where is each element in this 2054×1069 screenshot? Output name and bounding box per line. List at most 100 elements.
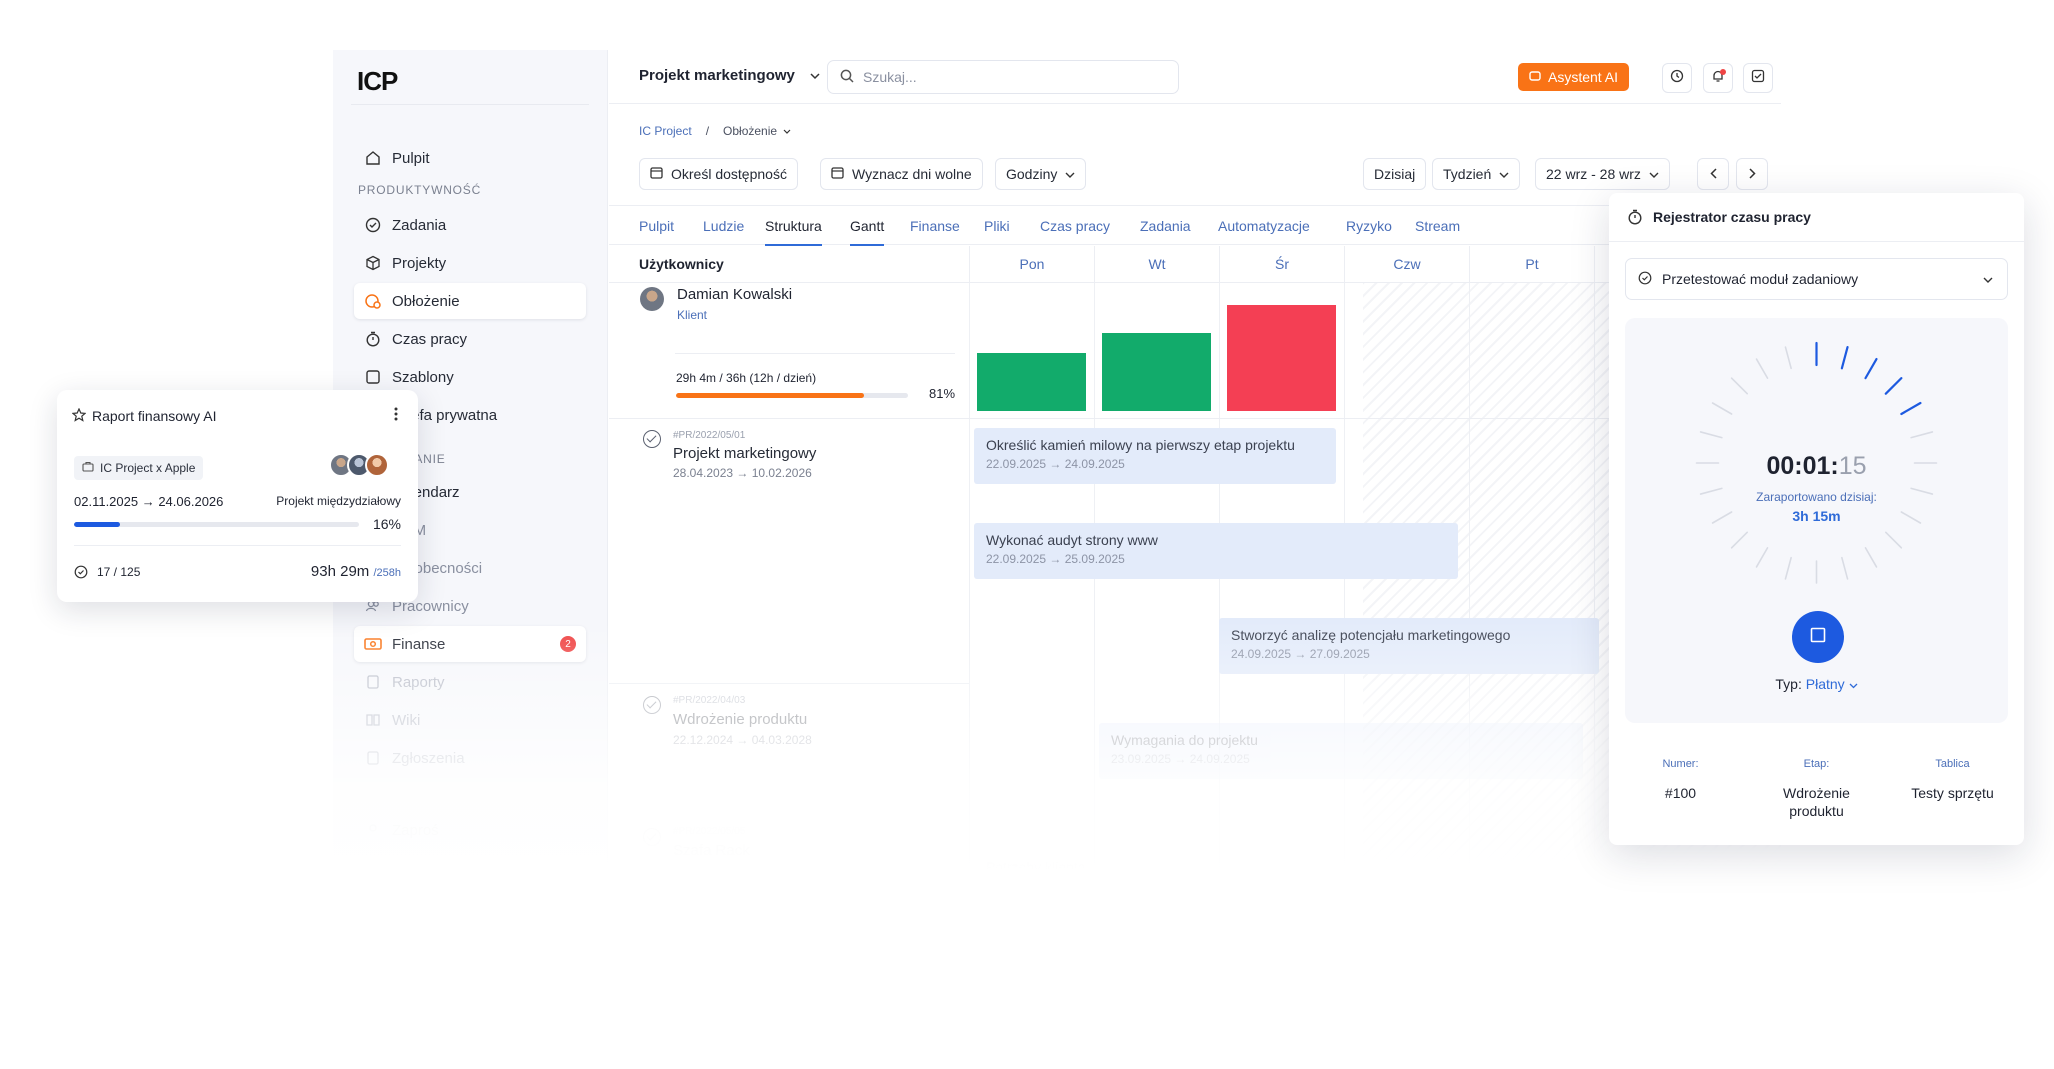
notifications-button[interactable] [1703, 63, 1733, 93]
project-code: #PR/2022/05/05 [673, 826, 746, 837]
day-header-pt: Pt [1469, 246, 1594, 282]
tab-czas-pracy[interactable]: Czas pracy [1040, 218, 1110, 234]
day-header-czw: Czw [1344, 246, 1469, 282]
week-label: Tydzień [1443, 166, 1492, 182]
days-off-button[interactable]: Wyznacz dni wolne [820, 158, 983, 190]
sidebar-section-productivity: PRODUKTYWNOŚĆ [358, 183, 482, 197]
dial-tick [1864, 357, 1878, 380]
money-icon [364, 635, 382, 653]
tab-ludzie[interactable]: Ludzie [703, 218, 744, 234]
finance-progress-track [74, 522, 359, 527]
breadcrumb-current[interactable]: Obłożenie [723, 124, 791, 138]
project-code: #PR/2022/04/03 [673, 695, 746, 706]
ticket-icon [364, 749, 382, 767]
type-select[interactable]: Typ: Płatny [1625, 676, 2008, 692]
sidebar-item-raporty[interactable]: Raporty [354, 664, 586, 700]
sidebar-item-label: Wiki [392, 711, 421, 729]
tab-ryzyko[interactable]: Ryzyko [1346, 218, 1392, 234]
breadcrumb: IC Project / Obłożenie [639, 124, 791, 138]
search-input[interactable]: Szukaj... [827, 60, 1179, 94]
sidebar-item-oblozenie[interactable]: Obłożenie [354, 283, 586, 319]
prev-week-button[interactable] [1697, 158, 1729, 190]
today-button[interactable]: Dzisiaj [1363, 158, 1427, 190]
task-bar[interactable]: Potrzeby klienta [974, 850, 1274, 890]
date-range-select[interactable]: 22 wrz - 28 wrz [1535, 158, 1670, 190]
load-bar-pon[interactable] [977, 353, 1086, 411]
star-icon[interactable] [71, 407, 87, 427]
tab-zadania[interactable]: Zadania [1140, 218, 1191, 234]
breadcrumb-root[interactable]: IC Project [639, 124, 692, 138]
calendar-icon [650, 166, 663, 182]
project-status-icon[interactable] [643, 696, 661, 714]
task-bar[interactable]: Wykonać audyt strony www 22.09.2025 → 25… [974, 523, 1458, 579]
dial-tick [1910, 431, 1934, 439]
tab-finanse[interactable]: Finanse [910, 218, 960, 234]
timer-main: 00:01: [1766, 452, 1839, 480]
sidebar-item-zadania[interactable]: Zadania [354, 207, 586, 243]
team-avatar [365, 453, 389, 477]
sidebar-item-czas-pracy[interactable]: Czas pracy [354, 321, 586, 357]
stop-button[interactable] [1792, 611, 1844, 663]
week-select[interactable]: Tydzień [1432, 158, 1521, 190]
dial-tick [1900, 401, 1922, 416]
tasks-button[interactable] [1743, 63, 1773, 93]
finance-hours-total: /258h [373, 567, 401, 579]
tab-gantt[interactable]: Gantt [850, 218, 885, 246]
tab-automatyzacje[interactable]: Automatyzacje [1218, 218, 1310, 234]
project-select[interactable]: Projekt marketingowy [639, 67, 821, 84]
tab-stream[interactable]: Stream [1415, 218, 1460, 234]
ai-assistant-button[interactable]: Asystent AI [1518, 63, 1630, 91]
project-code: #PR/2022/05/01 [673, 430, 746, 441]
availability-label: Określ dostępność [671, 166, 787, 182]
project-status-icon[interactable] [643, 430, 661, 448]
chevron-left-icon [1709, 166, 1717, 182]
grid-line [969, 246, 970, 910]
task-title: Wymagania do projektu [1111, 732, 1258, 748]
project-name[interactable]: Projekt marketingowy [673, 445, 816, 462]
project-pill[interactable]: IC Project x Apple [74, 456, 204, 480]
chevron-down-icon [783, 124, 791, 138]
dial-tick [1884, 377, 1903, 395]
task-bar[interactable]: Wymagania do projektu 23.09.2025 → 24.09… [1099, 723, 1583, 779]
project-status-icon[interactable] [643, 828, 661, 846]
row-divider [609, 683, 969, 684]
task-bar[interactable]: Określić kamień milowy na pierwszy etap … [974, 428, 1336, 484]
tab-struktura[interactable]: Struktura [765, 218, 822, 246]
home-icon [364, 149, 382, 167]
project-name[interactable]: Wdrożenie produktu [673, 711, 807, 728]
next-week-button[interactable] [1736, 158, 1768, 190]
invite-icon [364, 821, 382, 839]
sidebar-item-zgloszenia[interactable]: Zgłoszenia [354, 740, 586, 776]
sidebar-item-zapros[interactable]: Zaproś [354, 812, 586, 848]
task-dates: 22.09.2025 → 24.09.2025 [986, 457, 1125, 471]
type-label: Typ: [1775, 676, 1802, 692]
meta-value: #100 [1664, 785, 1697, 801]
sidebar-item-label: Szablony [392, 368, 454, 386]
person-name[interactable]: Damian Kowalski [677, 286, 792, 303]
sidebar-item-label: Zaproś [392, 821, 439, 839]
sidebar-item-label: Pulpit [392, 149, 430, 167]
dial-tick [1755, 547, 1769, 568]
dial-tick [1730, 531, 1749, 549]
divider [74, 545, 401, 546]
load-bar-śr[interactable] [1227, 305, 1336, 411]
availability-button[interactable]: Określ dostępność [639, 158, 798, 190]
sidebar-item-pulpit[interactable]: Pulpit [354, 140, 586, 176]
load-bar-wt[interactable] [1102, 333, 1211, 411]
person-avatar [640, 287, 664, 311]
tab-pliki[interactable]: Pliki [984, 218, 1010, 234]
hours-label: Godziny [1006, 166, 1058, 182]
sidebar-item-finanse[interactable]: Finanse 2 [354, 626, 586, 662]
sidebar-item-wiki[interactable]: Wiki [354, 702, 586, 738]
project-name[interactable]: Szafa Rack [673, 842, 750, 859]
grid-line [1594, 246, 1595, 910]
task-bar[interactable]: Stworzyć analizę potencjału marketingowe… [1219, 618, 1599, 674]
hours-select[interactable]: Godziny [995, 158, 1087, 190]
task-select[interactable]: Przetestować moduł zadaniowy [1625, 258, 2008, 300]
sidebar-item-projekty[interactable]: Projekty [354, 245, 586, 281]
more-vertical-icon[interactable] [394, 406, 398, 427]
tab-pulpit[interactable]: Pulpit [639, 218, 674, 234]
time-tracker-card: Rejestrator czasu pracy Przetestować mod… [1609, 193, 2024, 845]
history-button[interactable] [1662, 63, 1692, 93]
chevron-down-icon [809, 67, 821, 84]
